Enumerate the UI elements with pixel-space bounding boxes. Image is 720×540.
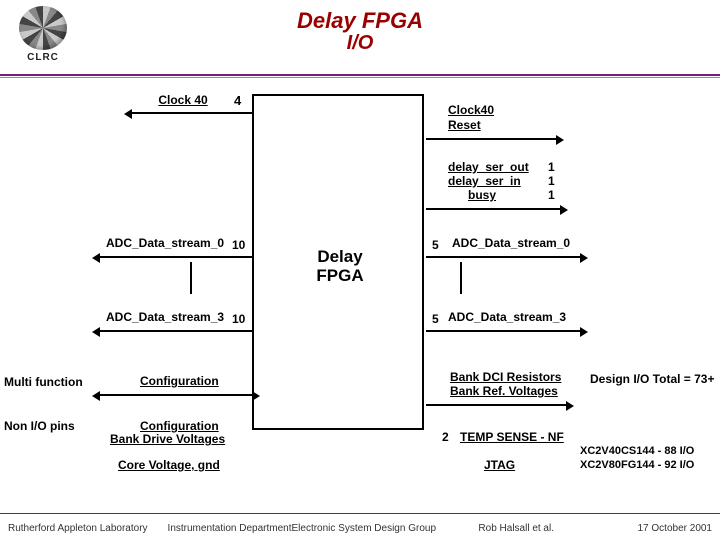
label-clock40-left: Clock 40: [148, 93, 218, 107]
footer-org: Rutherford Appleton Laboratory: [8, 523, 148, 534]
label-multi-function: Multi function: [4, 375, 83, 389]
label-configuration: Configuration: [140, 374, 219, 388]
arrow-configuration: [100, 394, 252, 396]
label-delay-ser-in: delay_ser_in: [448, 174, 521, 188]
footer-dept: Instrumentation Department: [148, 523, 292, 534]
arrow-bank-right: [426, 404, 566, 406]
page-subtitle: I/O: [0, 32, 720, 55]
header-rule: [0, 74, 720, 76]
part-1: XC2V40CS144 - 88 I/O: [580, 444, 694, 458]
label-busy: busy: [468, 188, 496, 202]
label-configuration2: Configuration: [140, 419, 219, 433]
label-reset: Reset: [448, 118, 481, 132]
fpga-label: Delay FPGA: [294, 248, 386, 285]
label-temp-sense: TEMP SENSE - NF: [460, 430, 564, 444]
part-list: XC2V40CS144 - 88 I/O XC2V80FG144 - 92 I/…: [580, 444, 694, 473]
arrow-adc0-left: [100, 256, 252, 258]
label-one-a: 1: [548, 160, 555, 174]
arrow-adc3-right: [426, 330, 580, 332]
label-bus10b: 10: [232, 312, 245, 326]
arrow-adc3-left: [100, 330, 252, 332]
label-adc0-right: ADC_Data_stream_0: [452, 236, 570, 250]
arrow-serial-right: [426, 208, 560, 210]
footer-group: Electronic System Design Group: [292, 523, 437, 534]
label-jtag: JTAG: [484, 458, 515, 472]
label-bank-ref: Bank Ref. Voltages: [450, 384, 558, 398]
slide-root: CLRC Delay FPGA I/O Delay FPGA Clock 40 …: [0, 0, 720, 540]
ellipsis-left-icon: [190, 262, 192, 294]
page-title: Delay FPGA: [0, 8, 720, 34]
label-one-c: 1: [548, 188, 555, 202]
part-2: XC2V80FG144 - 92 I/O: [580, 458, 694, 472]
footer-rule: [0, 513, 720, 514]
label-adc0-left: ADC_Data_stream_0: [106, 236, 224, 250]
label-delay-ser-out: delay_ser_out: [448, 160, 529, 174]
label-design-total: Design I/O Total = 73+: [590, 372, 714, 386]
label-bank-dci: Bank DCI Resistors: [450, 370, 561, 384]
label-bank-drive: Bank Drive Voltages: [110, 432, 225, 446]
fpga-label-line1: Delay: [317, 247, 362, 266]
label-core-voltage: Core Voltage, gnd: [118, 458, 220, 472]
fpga-label-line2: FPGA: [316, 266, 363, 285]
label-clock40-right: Clock40: [448, 103, 494, 117]
arrow-reset-right: [426, 138, 556, 140]
label-non-io-pins: Non I/O pins: [4, 419, 75, 433]
footer-date: 17 October 2001: [574, 523, 712, 534]
label-bus4: 4: [234, 93, 241, 108]
footer: Rutherford Appleton Laboratory Instrumen…: [0, 523, 720, 534]
label-one-b: 1: [548, 174, 555, 188]
header-rule-2: [0, 77, 720, 78]
ellipsis-right-icon: [460, 262, 462, 294]
label-bus5b: 5: [432, 312, 439, 326]
label-bus5a: 5: [432, 238, 439, 252]
label-bus10a: 10: [232, 238, 245, 252]
arrow-clock40-left: [132, 112, 252, 114]
label-adc3-right: ADC_Data_stream_3: [448, 310, 566, 324]
title-area: Delay FPGA I/O: [0, 8, 720, 55]
footer-author: Rob Halsall et al.: [436, 523, 574, 534]
arrow-adc0-right: [426, 256, 580, 258]
label-adc3-left: ADC_Data_stream_3: [106, 310, 224, 324]
label-two: 2: [442, 430, 449, 444]
